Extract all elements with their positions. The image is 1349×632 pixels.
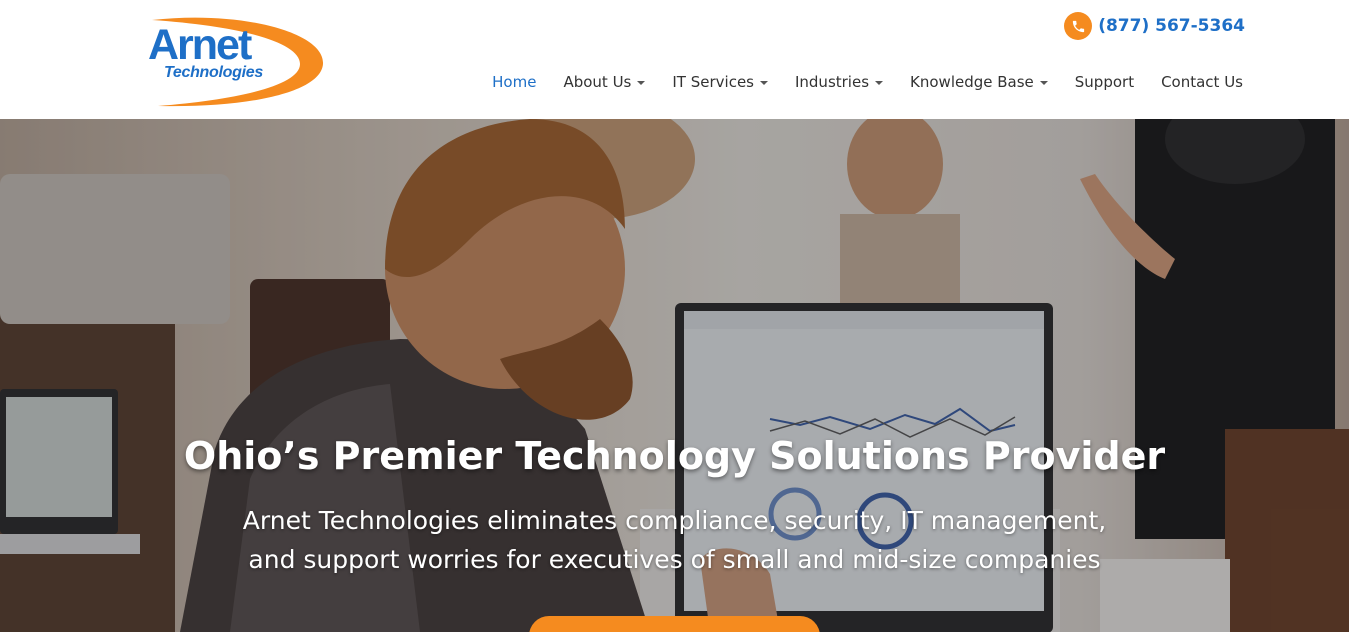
caret-down-icon bbox=[759, 81, 768, 85]
nav-about-us[interactable]: About Us bbox=[563, 73, 646, 91]
nav-support-label[interactable]: Support bbox=[1075, 73, 1134, 91]
nav-industries[interactable]: Industries bbox=[795, 73, 884, 91]
hero-banner: Ohio’s Premier Technology Solutions Prov… bbox=[0, 119, 1349, 632]
logo-wordmark: Arnet bbox=[148, 21, 252, 69]
main-nav: Home About Us IT Services Industries Kno… bbox=[492, 73, 1243, 91]
nav-home[interactable]: Home bbox=[492, 73, 536, 91]
hero-subtitle: Arnet Technologies eliminates compliance… bbox=[0, 501, 1349, 579]
nav-home-label[interactable]: Home bbox=[492, 73, 536, 91]
caret-down-icon bbox=[637, 81, 646, 85]
hero-title: Ohio’s Premier Technology Solutions Prov… bbox=[183, 434, 1166, 478]
header-phone[interactable]: (877) 567-5364 bbox=[1064, 12, 1245, 40]
caret-down-icon bbox=[1039, 81, 1048, 85]
nav-support[interactable]: Support bbox=[1075, 73, 1134, 91]
nav-it-services-label[interactable]: IT Services bbox=[672, 73, 754, 91]
hero-subtitle-line-2: and support worries for executives of sm… bbox=[248, 545, 1101, 574]
phone-icon bbox=[1064, 12, 1093, 40]
nav-industries-label[interactable]: Industries bbox=[795, 73, 869, 91]
nav-knowledge-base-label[interactable]: Knowledge Base bbox=[910, 73, 1034, 91]
nav-it-services[interactable]: IT Services bbox=[672, 73, 768, 91]
hero-subtitle-line-1: Arnet Technologies eliminates compliance… bbox=[242, 506, 1107, 535]
hero-cta-button[interactable] bbox=[529, 616, 820, 632]
arnet-logo[interactable]: Arnet Technologies bbox=[140, 12, 330, 110]
logo-subtitle: Technologies bbox=[164, 64, 263, 81]
nav-contact-us[interactable]: Contact Us bbox=[1161, 73, 1243, 91]
nav-knowledge-base[interactable]: Knowledge Base bbox=[910, 73, 1048, 91]
nav-contact-us-label[interactable]: Contact Us bbox=[1161, 73, 1243, 91]
site-header: Arnet Technologies (877) 567-5364 Home A… bbox=[0, 0, 1349, 119]
caret-down-icon bbox=[875, 81, 884, 85]
nav-about-us-label[interactable]: About Us bbox=[563, 73, 631, 91]
phone-number[interactable]: (877) 567-5364 bbox=[1098, 16, 1245, 36]
